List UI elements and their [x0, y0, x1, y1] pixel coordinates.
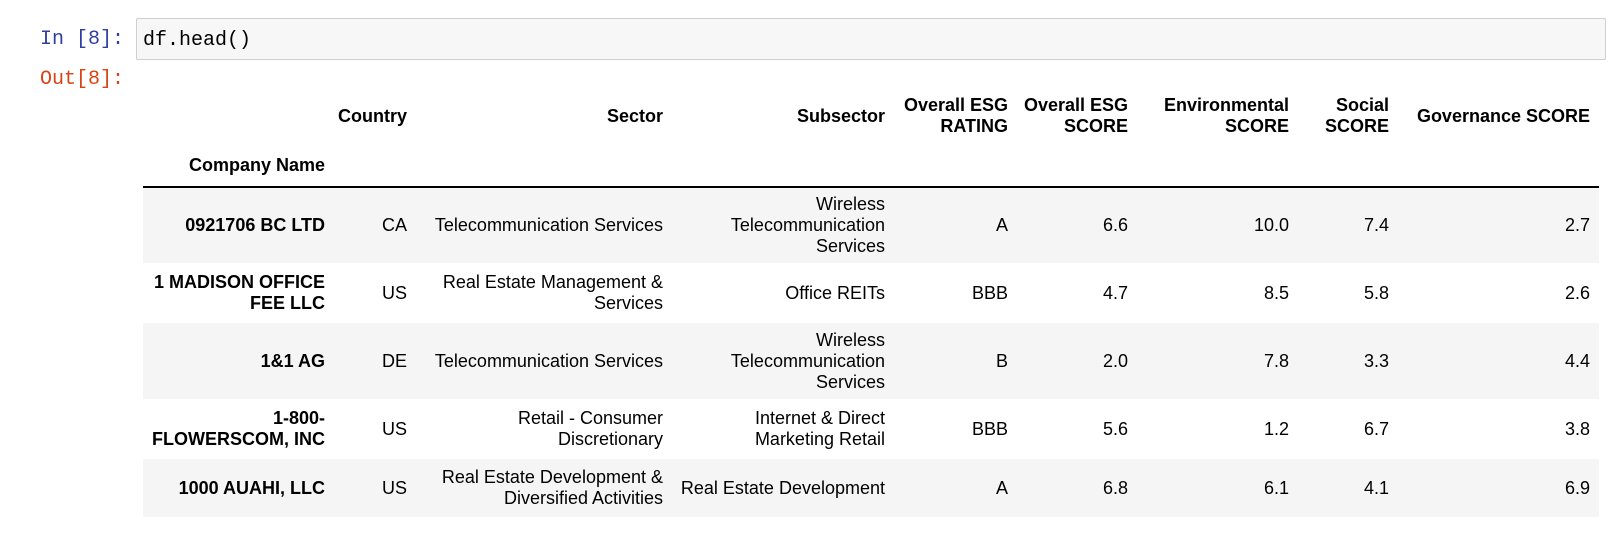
column-header: Subsector — [796, 105, 885, 126]
table-row: 0921706 BC LTD CA Telecommunication Serv… — [143, 187, 1599, 263]
table-cell: Wireless Telecommunication Services — [730, 194, 885, 256]
row-index-company: 1000 AUAHI, LLC — [178, 477, 325, 498]
table-cell: 7.8 — [1263, 350, 1289, 371]
table-cell: 2.6 — [1564, 282, 1590, 303]
table-cell: 4.7 — [1102, 282, 1128, 303]
table-cell: A — [995, 215, 1008, 235]
table-cell: US — [381, 477, 407, 498]
column-header: Overall ESG RATING — [903, 95, 1008, 136]
output-prompt: Out[8]: — [40, 68, 125, 91]
table-cell: 3.8 — [1564, 418, 1590, 439]
table-cell: 8.5 — [1263, 282, 1289, 303]
column-header: Governance SCORE — [1416, 105, 1590, 126]
table-cell: Office REITs — [785, 282, 885, 303]
column-header: Environmental SCORE — [1163, 95, 1289, 136]
table-cell: Retail - Consumer Discretionary — [517, 408, 663, 449]
table-cell: 5.8 — [1363, 282, 1389, 303]
code-text: df.head() — [143, 29, 252, 52]
index-name-row: Company Name — [143, 144, 1599, 187]
row-index-company: 0921706 BC LTD — [185, 215, 325, 235]
table-cell: Internet & Direct Marketing Retail — [754, 408, 885, 449]
index-name-header: Company Name — [188, 154, 325, 175]
row-index-company: 1 MADISON OFFICE FEE LLC — [153, 272, 325, 313]
column-header: Country — [338, 105, 407, 126]
table-cell: 6.9 — [1564, 477, 1590, 498]
dataframe-output: Country Sector Subsector Overall ESG RAT… — [143, 88, 1599, 517]
table-cell: Telecommunication Services — [434, 350, 663, 371]
table-cell: Telecommunication Services — [434, 215, 663, 235]
table-cell: 7.4 — [1363, 215, 1389, 235]
table-cell: US — [381, 418, 407, 439]
table-cell: Real Estate Development — [680, 477, 885, 498]
table-cell: 5.6 — [1102, 418, 1128, 439]
table-row: 1-800-FLOWERSCOM, INC US Retail - Consum… — [143, 399, 1599, 459]
table-cell: 2.0 — [1102, 350, 1128, 371]
table-cell: DE — [381, 350, 407, 371]
table-cell: 3.3 — [1363, 350, 1389, 371]
code-cell-input[interactable]: df.head() — [136, 18, 1606, 60]
table-cell: BBB — [971, 282, 1008, 303]
table-cell: CA — [381, 215, 407, 235]
table-cell: A — [995, 477, 1008, 498]
table-cell: US — [381, 282, 407, 303]
table-row: 1 MADISON OFFICE FEE LLC US Real Estate … — [143, 263, 1599, 323]
table-cell: 6.7 — [1363, 418, 1389, 439]
table-cell: 6.6 — [1102, 215, 1128, 235]
column-header: Overall ESG SCORE — [1023, 95, 1128, 136]
table-cell: B — [995, 350, 1008, 371]
table-cell: BBB — [971, 418, 1008, 439]
table-cell: 2.7 — [1564, 215, 1590, 235]
column-header: Sector — [606, 105, 663, 126]
table-row: 1000 AUAHI, LLC US Real Estate Developme… — [143, 459, 1599, 517]
dataframe-table: Country Sector Subsector Overall ESG RAT… — [143, 88, 1599, 517]
table-cell: 4.1 — [1363, 477, 1389, 498]
input-prompt: In [8]: — [40, 28, 125, 51]
table-cell: 4.4 — [1564, 350, 1590, 371]
table-cell: Real Estate Management & Services — [442, 272, 663, 313]
table-row: 1&1 AG DE Telecommunication Services Wir… — [143, 323, 1599, 399]
index-header-blank — [143, 88, 334, 144]
column-header: Social SCORE — [1324, 95, 1389, 136]
table-cell: Wireless Telecommunication Services — [730, 329, 885, 392]
table-cell: 10.0 — [1253, 215, 1289, 235]
table-cell: 6.1 — [1263, 477, 1289, 498]
table-cell: 6.8 — [1102, 477, 1128, 498]
row-index-company: 1&1 AG — [260, 350, 325, 371]
row-index-company: 1-800-FLOWERSCOM, INC — [152, 408, 325, 449]
table-cell: 1.2 — [1263, 418, 1289, 439]
column-header-row: Country Sector Subsector Overall ESG RAT… — [143, 88, 1599, 144]
table-cell: Real Estate Development & Diversified Ac… — [441, 467, 663, 508]
